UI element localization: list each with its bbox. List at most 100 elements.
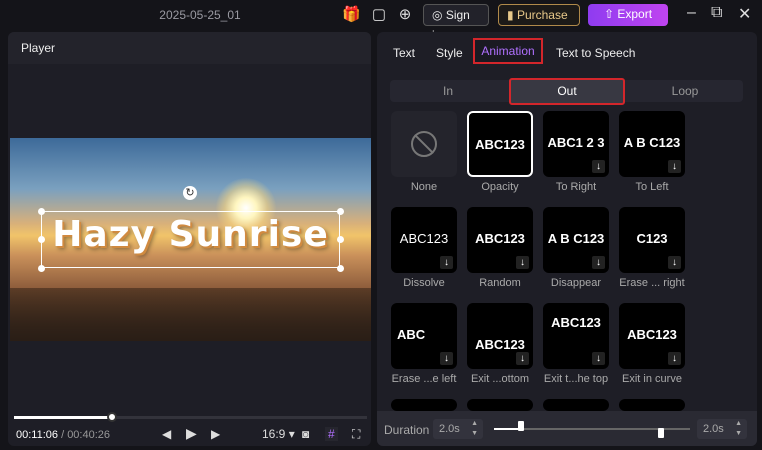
selection-box[interactable]: [41, 211, 340, 268]
cart-icon: ▮: [507, 8, 517, 22]
grid-icon[interactable]: #: [325, 427, 338, 441]
scrubber-knob[interactable]: [107, 412, 117, 422]
forest: [10, 288, 371, 341]
rotate-icon[interactable]: ↻: [183, 186, 197, 200]
animation-preview: ABC123: [551, 315, 601, 330]
in-slider-handle[interactable]: [518, 421, 524, 431]
download-icon[interactable]: ↓: [668, 352, 681, 365]
tab-animation[interactable]: Animation: [473, 38, 543, 64]
animation-preview: ABC123: [475, 137, 525, 152]
animation-tile-erase-right[interactable]: C123 ↓: [619, 207, 685, 273]
animation-label: Exit in curve: [622, 373, 682, 385]
none-icon: [411, 131, 437, 157]
download-icon[interactable]: ↓: [516, 256, 529, 269]
timecode: 00:11:06 / 00:40:26: [16, 429, 110, 441]
animation-label: Dissolve: [403, 277, 445, 289]
download-icon[interactable]: ↓: [592, 160, 605, 173]
current-time: 00:11:06: [16, 429, 59, 441]
resize-handle[interactable]: [337, 265, 344, 272]
animation-tile[interactable]: [619, 399, 685, 411]
download-icon[interactable]: ↓: [440, 256, 453, 269]
resize-handle[interactable]: [38, 236, 45, 243]
animation-tile-opacity[interactable]: ABC123: [467, 111, 533, 177]
restore-button[interactable]: ⧉: [711, 4, 722, 22]
animation-tile-random[interactable]: ABC123 ↓: [467, 207, 533, 273]
purchase-label: Purchase: [516, 8, 568, 22]
project-title: 2025-05-25_01: [159, 8, 241, 22]
playback-progress: [14, 416, 112, 419]
animation-tile-exit-ottom[interactable]: ABC123 ↓: [467, 303, 533, 369]
fullscreen-icon[interactable]: ⛶: [352, 427, 360, 442]
animation-label: Erase ... right: [619, 277, 685, 289]
snapshot-icon[interactable]: ◙: [302, 427, 309, 441]
in-duration-input[interactable]: 2.0s ▲ ▼: [433, 419, 483, 439]
download-icon[interactable]: ⊕: [396, 6, 414, 24]
download-icon[interactable]: ↓: [592, 352, 605, 365]
animation-tile-to-right[interactable]: ABC1 2 3 ↓: [543, 111, 609, 177]
animation-tile[interactable]: [543, 399, 609, 411]
resize-handle[interactable]: [337, 236, 344, 243]
animation-preview: A B C123: [547, 231, 605, 246]
download-icon[interactable]: ↓: [668, 160, 681, 173]
next-frame-icon[interactable]: ▶: [211, 427, 220, 441]
animation-tile-exit-t-he-top[interactable]: ABC123 ↓: [543, 303, 609, 369]
out-slider-handle[interactable]: [658, 428, 664, 438]
animation-preview: ABC123: [399, 231, 449, 246]
animation-tile[interactable]: [467, 399, 533, 411]
purchase-button[interactable]: ▮ Purchase: [498, 4, 580, 26]
animation-label: To Left: [635, 181, 669, 193]
resize-handle[interactable]: [337, 208, 344, 215]
prev-frame-icon[interactable]: ◀: [162, 427, 171, 441]
upload-icon: ⇧: [603, 7, 618, 21]
export-button[interactable]: ⇧ Export: [588, 4, 668, 26]
animation-tile[interactable]: [391, 399, 457, 411]
animation-tile-erase-e-left[interactable]: ABC ↓: [391, 303, 457, 369]
animation-tile-to-left[interactable]: A B C123 ↓: [619, 111, 685, 177]
download-icon[interactable]: ↓: [516, 352, 529, 365]
download-icon[interactable]: ↓: [592, 256, 605, 269]
animation-preview: A B C123: [623, 135, 681, 150]
tab-style[interactable]: Style: [436, 46, 463, 60]
total-time: / 00:40:26: [61, 429, 111, 441]
animation-preview: ABC: [397, 327, 426, 342]
sign-in-button[interactable]: ◎ Sign in: [423, 4, 489, 42]
tab-text[interactable]: Text: [393, 46, 415, 60]
out-duration-input[interactable]: 2.0s ▲ ▼: [697, 419, 747, 439]
animation-label: None: [410, 181, 438, 193]
animation-tile-dissolve[interactable]: ABC123 ↓: [391, 207, 457, 273]
out-duration-value: 2.0s: [703, 423, 724, 435]
feedback-icon[interactable]: ▢: [370, 6, 388, 24]
export-label: Export: [617, 7, 653, 21]
animation-tile-exit-in-curve[interactable]: ABC123 ↓: [619, 303, 685, 369]
aspect-ratio-dropdown[interactable]: 16:9 ▾: [262, 427, 295, 441]
play-icon[interactable]: ▶: [186, 425, 197, 442]
segment-in[interactable]: In: [393, 80, 503, 102]
user-icon: ◎: [432, 8, 446, 22]
gift-icon[interactable]: 🎁: [342, 6, 361, 24]
animation-label: Random: [479, 277, 521, 289]
animation-preview: ABC123: [627, 327, 677, 342]
segment-out[interactable]: Out: [509, 78, 625, 105]
resize-handle[interactable]: [38, 208, 45, 215]
animation-preview: ABC1 2 3: [547, 135, 605, 150]
animation-tile-none[interactable]: [391, 111, 457, 177]
animation-tile-disappear[interactable]: A B C123 ↓: [543, 207, 609, 273]
animation-preview: C123: [636, 231, 668, 246]
animation-label: Opacity: [481, 181, 519, 193]
stepper-icon[interactable]: ▲ ▼: [471, 419, 478, 439]
in-duration-value: 2.0s: [439, 423, 460, 435]
close-button[interactable]: ✕: [738, 4, 751, 24]
animation-label: Exit ...ottom: [470, 373, 530, 385]
minimize-button[interactable]: –: [687, 4, 696, 22]
tab-text-to-speech[interactable]: Text to Speech: [556, 46, 635, 60]
resize-handle[interactable]: [38, 265, 45, 272]
segment-loop[interactable]: Loop: [630, 80, 740, 102]
animation-label: Erase ...e left: [391, 373, 457, 385]
download-icon[interactable]: ↓: [440, 352, 453, 365]
stepper-icon[interactable]: ▲ ▼: [735, 419, 742, 439]
duration-label: Duration: [384, 423, 430, 437]
animation-label: Disappear: [550, 277, 602, 289]
animation-preview: ABC123: [475, 337, 525, 352]
download-icon[interactable]: ↓: [668, 256, 681, 269]
player-header: Player: [8, 32, 371, 64]
